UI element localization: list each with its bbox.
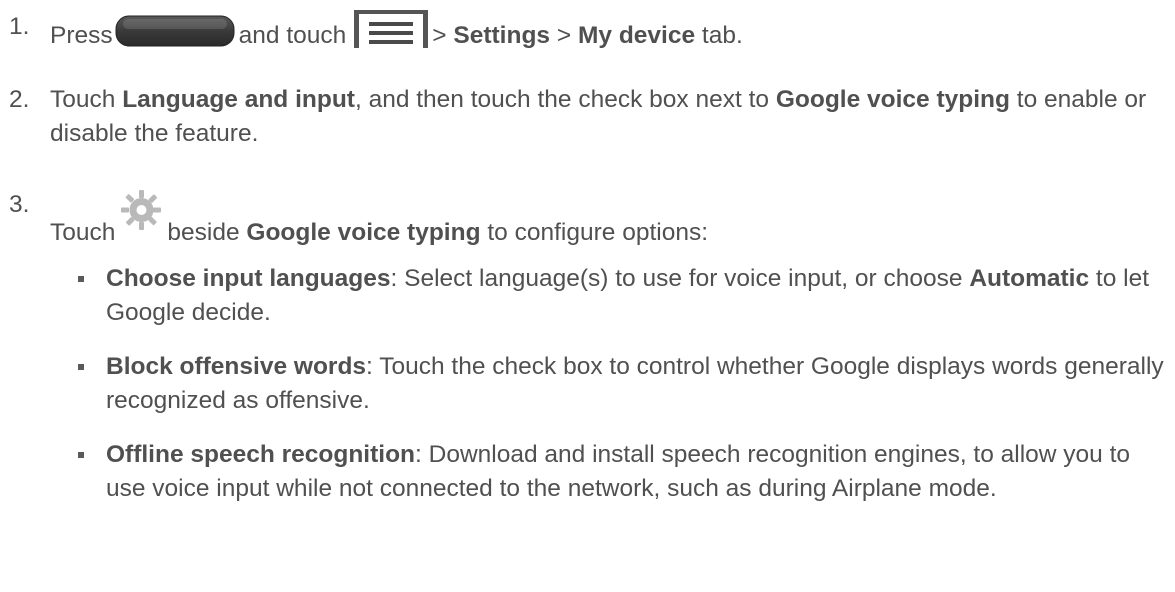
step-text-segment: beside — [167, 219, 240, 246]
option-text: Block offensive words: Touch the check b… — [106, 350, 1172, 418]
step-text: Press and touch > Settings > My device t… — [50, 10, 1170, 53]
option-text: Offline speech recognition: Download and… — [106, 438, 1172, 506]
language-and-input-label: Language and input — [122, 86, 355, 113]
home-key-icon — [115, 15, 235, 47]
my-device-label: My device — [577, 22, 696, 49]
step-text-segment: tab. — [701, 22, 743, 49]
gear-icon — [121, 190, 162, 230]
step-text-segment: and touch — [238, 22, 347, 49]
step-text-segment: > — [432, 22, 447, 49]
settings-label: Settings — [453, 22, 551, 49]
step-text-segment: to configure options: — [487, 219, 709, 246]
step-number: 2. — [9, 86, 30, 113]
step-text-segment: Touch — [50, 86, 116, 113]
step-text-segment: Press — [50, 22, 113, 49]
google-voice-typing-label: Google voice typing — [775, 86, 1010, 113]
bullet-marker — [78, 364, 84, 370]
option-description: : Select language(s) to use for voice in… — [390, 265, 963, 292]
option-title: Block offensive words — [106, 353, 367, 380]
google-voice-typing-label: Google voice typing — [246, 219, 481, 246]
step-text-segment: Touch — [50, 219, 116, 246]
step-text-segment: > — [556, 22, 572, 49]
step-number: 3. — [9, 191, 30, 218]
option-title: Offline speech recognition — [106, 441, 416, 468]
bullet-marker — [78, 276, 84, 282]
instruction-document: 1. Press and touch > Settings > My devic… — [0, 0, 1175, 592]
automatic-label: Automatic — [969, 265, 1090, 292]
step-text: Touch beside Google voice typing to conf… — [50, 188, 1170, 250]
menu-key-icon — [354, 10, 429, 48]
step-text-segment: , and then touch the check box next to — [354, 86, 770, 113]
option-title: Choose input languages — [106, 265, 391, 292]
step-text: Touch Language and input, and then touch… — [50, 83, 1170, 151]
option-text: Choose input languages: Select language(… — [106, 262, 1172, 330]
bullet-marker — [78, 452, 84, 458]
step-number: 1. — [9, 13, 30, 40]
